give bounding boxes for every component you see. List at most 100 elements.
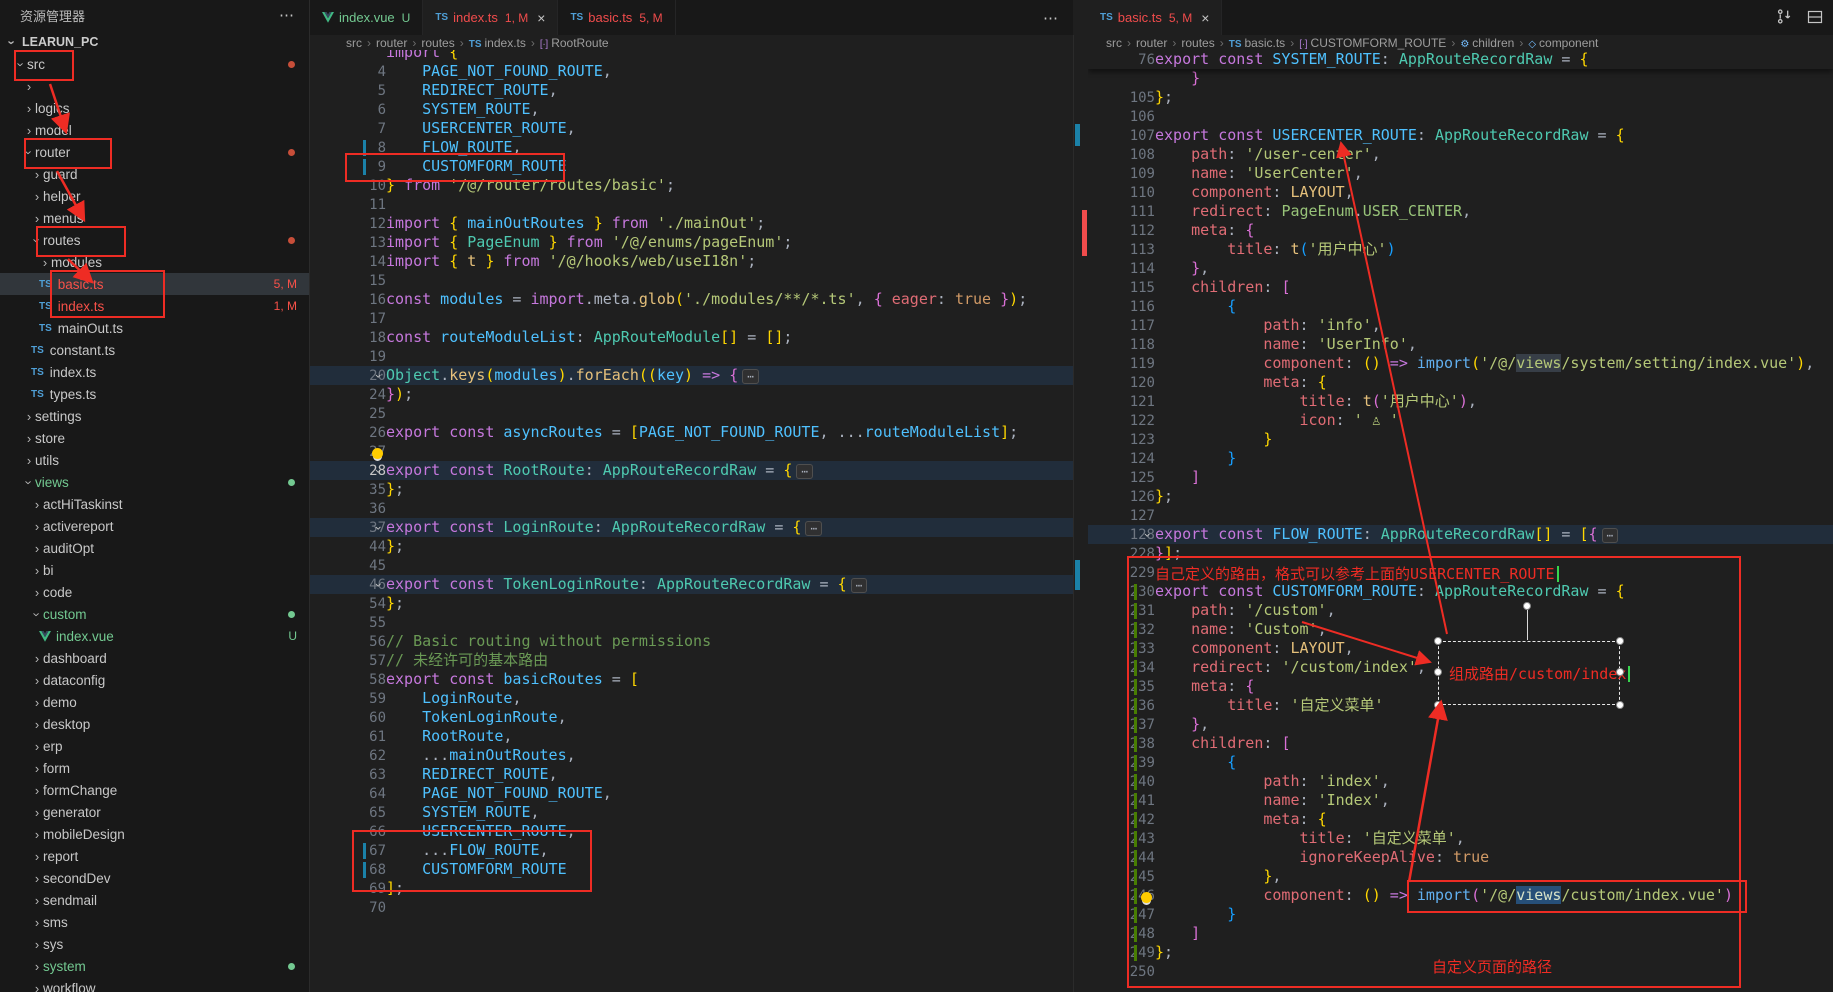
sidebar-item-workflow[interactable]: ›workflow [0, 977, 309, 992]
tab-index.ts[interactable]: TSindex.ts1, M× [423, 0, 558, 35]
code-line-112[interactable]: 112 meta: { [1088, 221, 1833, 240]
breadcrumb-item[interactable]: src [1106, 36, 1122, 50]
code-line-242[interactable]: 242 meta: { [1088, 810, 1833, 829]
breadcrumb-item[interactable]: TSbasic.ts [1229, 36, 1285, 50]
code-line-5[interactable]: 5 REDIRECT_ROUTE, [310, 81, 1073, 100]
breadcrumb-item[interactable]: src [346, 36, 362, 50]
sidebar-item-router[interactable]: ›router [0, 141, 309, 163]
code-line-245[interactable]: 245 }, [1088, 867, 1833, 886]
sidebar-item-utils[interactable]: ›utils [0, 449, 309, 471]
code-line-115[interactable]: 115 children: [ [1088, 278, 1833, 297]
code-line-109[interactable]: 109 name: 'UserCenter', [1088, 164, 1833, 183]
sidebar-item-src[interactable]: ›src [0, 53, 309, 75]
right-code-area[interactable]: 76export const SYSTEM_ROUTE: AppRouteRec… [1088, 50, 1833, 992]
file-item-index.vue[interactable]: index.vueU [0, 625, 309, 647]
code-line-64[interactable]: 64 PAGE_NOT_FOUND_ROUTE, [310, 784, 1073, 803]
code-line-105[interactable]: 105}; [1088, 88, 1833, 107]
code-line-228[interactable]: 228}]; [1088, 544, 1833, 563]
code-line-250[interactable]: 250 [1088, 962, 1833, 981]
breadcrumb-item[interactable]: routes [1181, 36, 1214, 50]
fold-arrow-icon[interactable]: › [371, 581, 385, 588]
code-line-68[interactable]: 68 CUSTOMFORM_ROUTE [310, 860, 1073, 879]
code-line-37[interactable]: 37›export const LoginRoute: AppRouteReco… [310, 518, 1073, 537]
sidebar-item-erp[interactable]: ›erp [0, 735, 309, 757]
code-line-19[interactable]: 19 [310, 347, 1073, 366]
code-line-8[interactable]: 8 FLOW_ROUTE, [310, 138, 1073, 157]
code-line-10[interactable]: 10} from '/@/router/routes/basic'; [310, 176, 1073, 195]
code-line-17[interactable]: 17 [310, 309, 1073, 328]
code-line-121[interactable]: 121 title: t('用户中心'), [1088, 392, 1833, 411]
code-line-9[interactable]: 9 CUSTOMFORM_ROUTE [310, 157, 1073, 176]
fold-arrow-icon[interactable]: › [1140, 531, 1154, 538]
sidebar-item-generator[interactable]: ›generator [0, 801, 309, 823]
code-line-234[interactable]: 234 redirect: '/custom/index', [1088, 658, 1833, 677]
lightbulb-icon[interactable] [1141, 892, 1152, 903]
breadcrumb-item[interactable]: [∙]RootRoute [540, 36, 609, 50]
code-line-247[interactable]: 247 } [1088, 905, 1833, 924]
tab-basic.ts[interactable]: TSbasic.ts5, M× [1088, 0, 1222, 35]
split-editor-icon[interactable] [1807, 9, 1823, 25]
sidebar-item-settings[interactable]: ›settings [0, 405, 309, 427]
sidebar-item-demo[interactable]: ›demo [0, 691, 309, 713]
code-line-249[interactable]: 249}; [1088, 943, 1833, 962]
sidebar-item-form[interactable]: ›form [0, 757, 309, 779]
code-line-111[interactable]: 111 redirect: PageEnum.USER_CENTER, [1088, 202, 1833, 221]
code-line-45[interactable]: 45 [310, 556, 1073, 575]
code-line-20[interactable]: 20›Object.keys(modules).forEach((key) =>… [310, 366, 1073, 385]
sidebar-item-secondDev[interactable]: ›secondDev [0, 867, 309, 889]
sidebar-item-logics[interactable]: ›logics [0, 97, 309, 119]
code-line-113[interactable]: 113 title: t('用户中心') [1088, 240, 1833, 259]
sidebar-item-dashboard[interactable]: ›dashboard [0, 647, 309, 669]
code-line-65[interactable]: 65 SYSTEM_ROUTE, [310, 803, 1073, 822]
code-line-16[interactable]: 16const modules = import.meta.glob('./mo… [310, 290, 1073, 309]
middle-code-area[interactable]: import {4 PAGE_NOT_FOUND_ROUTE,5 REDIREC… [310, 50, 1073, 992]
code-line-partial[interactable]: import { [310, 50, 1073, 62]
breadcrumb-item[interactable]: router [376, 36, 407, 50]
code-line-11[interactable]: 11 [310, 195, 1073, 214]
code-line-67[interactable]: 67 ...FLOW_ROUTE, [310, 841, 1073, 860]
code-line-119[interactable]: 119 component: () => import('/@/views/sy… [1088, 354, 1833, 373]
code-line-240[interactable]: 240 path: 'index', [1088, 772, 1833, 791]
sidebar-item-menus[interactable]: ›menus [0, 207, 309, 229]
code-line-7[interactable]: 7 USERCENTER_ROUTE, [310, 119, 1073, 138]
code-line-4[interactable]: 4 PAGE_NOT_FOUND_ROUTE, [310, 62, 1073, 81]
code-line-110[interactable]: 110 component: LAYOUT, [1088, 183, 1833, 202]
code-line-63[interactable]: 63 REDIRECT_ROUTE, [310, 765, 1073, 784]
code-line-122[interactable]: 122 icon: ' ♙ ' [1088, 411, 1833, 430]
sidebar-item-hidden[interactable]: › [0, 75, 309, 97]
code-line-229[interactable]: 229 [1088, 563, 1833, 582]
code-line-18[interactable]: 18const routeModuleList: AppRouteModule[… [310, 328, 1073, 347]
fold-arrow-icon[interactable]: › [371, 372, 385, 379]
code-line-6[interactable]: 6 SYSTEM_ROUTE, [310, 100, 1073, 119]
sidebar-item-formChange[interactable]: ›formChange [0, 779, 309, 801]
code-line-25[interactable]: 25 [310, 404, 1073, 423]
sidebar-item-routes[interactable]: ›routes [0, 229, 309, 251]
tab-overflow-icon[interactable]: ⋯ [1029, 9, 1073, 27]
code-line-60[interactable]: 60 TokenLoginRoute, [310, 708, 1073, 727]
code-line-239[interactable]: 239 { [1088, 753, 1833, 772]
code-line-108[interactable]: 108 path: '/user-center', [1088, 145, 1833, 164]
code-line-246[interactable]: 246 component: () => import('/@/views/cu… [1088, 886, 1833, 905]
sidebar-item-mobileDesign[interactable]: ›mobileDesign [0, 823, 309, 845]
sidebar-item-custom[interactable]: ›custom [0, 603, 309, 625]
fold-arrow-icon[interactable]: › [371, 467, 385, 474]
code-line-117[interactable]: 117 path: 'info', [1088, 316, 1833, 335]
file-item-index.ts[interactable]: TSindex.ts1, M [0, 295, 309, 317]
code-line-55[interactable]: 55 [310, 613, 1073, 632]
code-line-69[interactable]: 69]; [310, 879, 1073, 898]
workspace-root[interactable]: › LEARUN_PC [0, 30, 309, 54]
code-line-124[interactable]: 124 } [1088, 449, 1833, 468]
code-line-14[interactable]: 14import { t } from '/@/hooks/web/useI18… [310, 252, 1073, 271]
code-line-118[interactable]: 118 name: 'UserInfo', [1088, 335, 1833, 354]
code-line-58[interactable]: 58export const basicRoutes = [ [310, 670, 1073, 689]
sidebar-item-dataconfig[interactable]: ›dataconfig [0, 669, 309, 691]
tab-basic.ts[interactable]: TSbasic.ts5, M [558, 0, 675, 35]
code-line-126[interactable]: 126}; [1088, 487, 1833, 506]
code-line-62[interactable]: 62 ...mainOutRoutes, [310, 746, 1073, 765]
code-line-56[interactable]: 56// Basic routing without permissions [310, 632, 1073, 651]
sidebar-item-system[interactable]: ›system [0, 955, 309, 977]
file-item-index.ts[interactable]: TSindex.ts [0, 361, 309, 383]
code-line-76[interactable]: 76export const SYSTEM_ROUTE: AppRouteRec… [1088, 50, 1833, 69]
sidebar-item-guard[interactable]: ›guard [0, 163, 309, 185]
sidebar-item-bi[interactable]: ›bi [0, 559, 309, 581]
